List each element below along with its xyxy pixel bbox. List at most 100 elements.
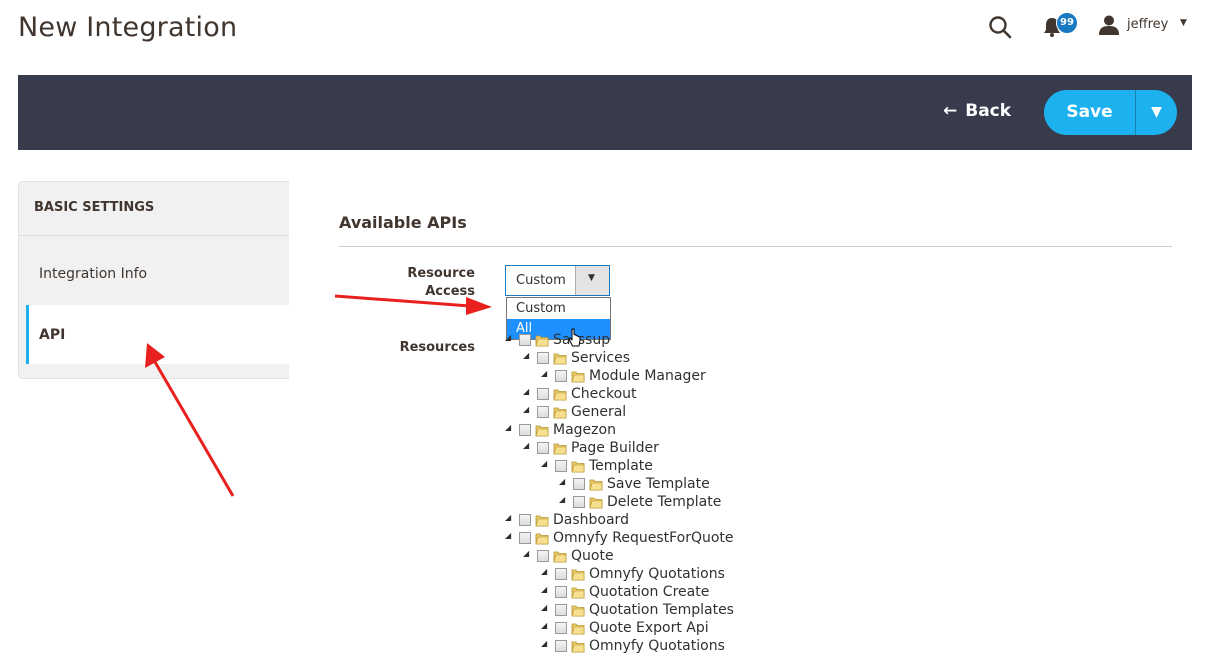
arrow-left-icon: ←	[943, 101, 958, 121]
folder-icon	[571, 461, 585, 473]
back-button-label: Back	[965, 101, 1012, 121]
save-options-toggle[interactable]: ▼	[1136, 90, 1177, 135]
tree-checkbox[interactable]	[519, 532, 531, 544]
tree-checkbox[interactable]	[555, 586, 567, 598]
page-actions-bar: ← Back Save ▼	[18, 75, 1192, 150]
tree-node-label[interactable]: Save Template	[607, 475, 710, 493]
tree-expand-icon[interactable]: ◢	[523, 549, 529, 558]
tree-checkbox[interactable]	[555, 622, 567, 634]
folder-icon	[553, 443, 567, 455]
tree-checkbox[interactable]	[573, 478, 585, 490]
tree-expand-icon[interactable]: ◢	[541, 567, 547, 576]
user-icon	[1099, 15, 1119, 35]
tree-node-label[interactable]: Omnyfy RequestForQuote	[553, 529, 734, 547]
tree-node-label[interactable]: Module Manager	[589, 367, 706, 385]
folder-icon	[589, 497, 603, 509]
folder-icon	[553, 551, 567, 563]
tree-node-label[interactable]: Quote	[571, 547, 614, 565]
tab-integration-info-label: Integration Info	[39, 266, 148, 282]
tree-checkbox[interactable]	[555, 460, 567, 472]
tree-expand-icon[interactable]: ◢	[559, 477, 565, 486]
back-button[interactable]: ← Back	[943, 101, 1011, 121]
user-menu[interactable]: jeffrey ▼	[1098, 14, 1188, 38]
folder-icon	[535, 425, 549, 437]
tree-expand-icon[interactable]: ◢	[541, 585, 547, 594]
user-name: jeffrey	[1127, 17, 1169, 32]
page-title: New Integration	[18, 12, 238, 43]
tree-checkbox[interactable]	[555, 640, 567, 652]
tree-expand-icon[interactable]: ◢	[541, 459, 547, 468]
folder-icon	[535, 335, 549, 347]
tree-node-label[interactable]: Services	[571, 349, 630, 367]
tree-expand-icon[interactable]: ◢	[541, 603, 547, 612]
tab-integration-info[interactable]: Integration Info	[19, 236, 289, 304]
resource-access-select[interactable]: Custom ▼	[505, 265, 610, 296]
tree-checkbox[interactable]	[555, 568, 567, 580]
tree-checkbox[interactable]	[519, 334, 531, 346]
tab-api-label: API	[39, 327, 66, 343]
tree-expand-icon[interactable]: ◢	[505, 513, 511, 522]
tree-expand-icon[interactable]: ◢	[559, 495, 565, 504]
tree-checkbox[interactable]	[555, 370, 567, 382]
resource-access-label: Resource Access	[407, 266, 475, 299]
folder-icon	[571, 605, 585, 617]
tree-checkbox[interactable]	[519, 514, 531, 526]
tree-node-label[interactable]: Sasssup	[553, 331, 610, 349]
tree-expand-icon[interactable]: ◢	[541, 639, 547, 648]
notification-count-badge[interactable]: 99	[1056, 12, 1078, 34]
folder-icon	[571, 371, 585, 383]
tree-checkbox[interactable]	[573, 496, 585, 508]
folder-icon	[571, 569, 585, 581]
tree-expand-icon[interactable]: ◢	[541, 369, 547, 378]
folder-icon	[571, 587, 585, 599]
caret-down-icon: ▼	[1151, 104, 1162, 120]
tree-expand-icon[interactable]: ◢	[505, 333, 511, 342]
folder-icon	[571, 623, 585, 635]
folder-icon	[535, 515, 549, 527]
nav-heading-basic-settings: BASIC SETTINGS	[34, 200, 155, 215]
tree-checkbox[interactable]	[555, 604, 567, 616]
save-button[interactable]: Save	[1044, 90, 1135, 135]
tree-checkbox[interactable]	[537, 442, 549, 454]
tree-node-label[interactable]: Template	[589, 457, 653, 475]
save-split-button: Save ▼	[1044, 90, 1177, 135]
tree-checkbox[interactable]	[537, 388, 549, 400]
tree-node-label[interactable]: Page Builder	[571, 439, 659, 457]
folder-icon	[553, 353, 567, 365]
section-title: Available APIs	[339, 213, 467, 232]
tree-node-label[interactable]: Magezon	[553, 421, 616, 439]
tree-expand-icon[interactable]: ◢	[541, 621, 547, 630]
tree-expand-icon[interactable]: ◢	[523, 441, 529, 450]
tree-checkbox[interactable]	[537, 352, 549, 364]
folder-icon	[571, 641, 585, 653]
tree-node-label[interactable]: Omnyfy Quotations	[589, 637, 725, 655]
folder-icon	[553, 407, 567, 419]
tree-node-label[interactable]: Quote Export Api	[589, 619, 709, 637]
tree-checkbox[interactable]	[537, 550, 549, 562]
tree-expand-icon[interactable]: ◢	[523, 405, 529, 414]
caret-down-icon: ▼	[588, 273, 595, 283]
search-icon[interactable]	[987, 14, 1013, 40]
tree-node-label[interactable]: Dashboard	[553, 511, 629, 529]
tree-node-label[interactable]: General	[571, 403, 626, 421]
tree-node-label[interactable]: Quotation Create	[589, 583, 709, 601]
tree-checkbox[interactable]	[519, 424, 531, 436]
folder-icon	[553, 389, 567, 401]
section-divider	[339, 246, 1172, 247]
tree-node-label[interactable]: Checkout	[571, 385, 637, 403]
tree-node-label[interactable]: Delete Template	[607, 493, 721, 511]
tree-node-label[interactable]: Quotation Templates	[589, 601, 734, 619]
tree-expand-icon[interactable]: ◢	[505, 531, 511, 540]
option-custom[interactable]: Custom	[507, 299, 610, 319]
tree-expand-icon[interactable]: ◢	[523, 387, 529, 396]
tree-expand-icon[interactable]: ◢	[523, 351, 529, 360]
integration-tabs: BASIC SETTINGS Integration Info API	[18, 181, 292, 379]
tree-node-label[interactable]: Omnyfy Quotations	[589, 565, 725, 583]
resource-access-value: Custom	[516, 273, 566, 288]
select-arrow-box: ▼	[575, 266, 609, 295]
resource-tree: ◢ Sasssup ◢ Services ◢ Module Manager ◢ Checkou…	[505, 331, 805, 661]
tree-checkbox[interactable]	[537, 406, 549, 418]
chevron-down-icon: ▼	[1180, 18, 1187, 28]
tab-api[interactable]: API	[26, 305, 292, 364]
tree-expand-icon[interactable]: ◢	[505, 423, 511, 432]
